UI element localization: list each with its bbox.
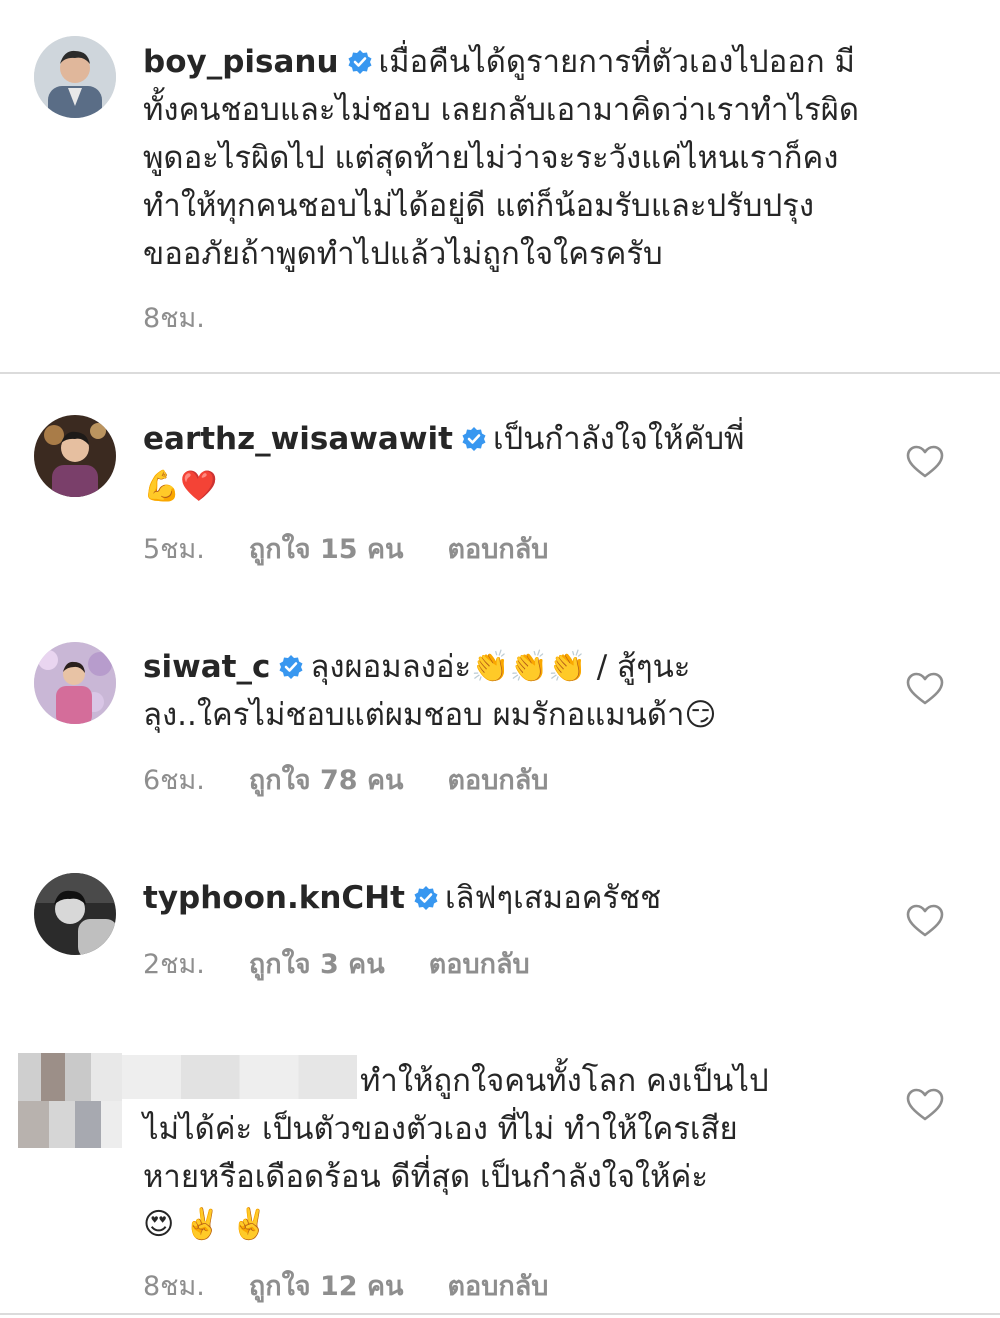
- post-timestamp[interactable]: 8ชม.: [143, 303, 205, 334]
- heart-outline-icon[interactable]: [906, 445, 944, 479]
- verified-badge-icon: [347, 49, 373, 75]
- post-caption: boy_pisanu เมื่อคืนได้ดูรายการที่ตัวเองไป…: [0, 0, 1000, 374]
- comment-emoji-line: 😍 ✌️ ✌️: [143, 1207, 269, 1242]
- comment-line: หายหรือเดือดร้อน ดีที่สุด เป็นกำลังใจให้…: [143, 1159, 709, 1195]
- comment-timestamp[interactable]: 8ชม.: [143, 1271, 205, 1302]
- comment-line: ลุง..ใครไม่ชอบแต่ผมชอบ ผมรักอแมนด้า😏: [143, 697, 717, 733]
- caption-line: ขออภัยถ้าพูดทำไปแล้วไม่ถูกใจใครครับ: [143, 236, 663, 272]
- reply-button[interactable]: ตอบกลับ: [447, 534, 548, 565]
- comment-meta: 6ชม. ถูกใจ 78 คน ตอบกลับ: [143, 758, 592, 801]
- caption-line: พูดอะไรผิดไป แต่สุดท้ายไม่ว่าจะระวังแค่ไ…: [143, 140, 839, 176]
- comment-likes[interactable]: ถูกใจ 15 คน: [249, 534, 404, 565]
- caption-line: ทำให้ทุกคนชอบไม่ได้อยู่ดี แต่ก็น้อมรับแล…: [143, 188, 814, 224]
- reply-button[interactable]: ตอบกลับ: [447, 1271, 548, 1302]
- caption-line: ทั้งคนชอบและไม่ชอบ เลยกลับเอามาคิดว่าเรา…: [143, 92, 860, 128]
- avatar[interactable]: [34, 873, 116, 955]
- comment-meta: 5ชม. ถูกใจ 15 คน ตอบกลับ: [143, 527, 592, 570]
- comment-line: เป็นกำลังใจให้คับพี่: [492, 421, 745, 457]
- comment-username[interactable]: typhoon.knCHt: [143, 880, 405, 916]
- comment-meta: 8ชม. ถูกใจ 12 คน ตอบกลับ: [143, 1264, 592, 1307]
- heart-outline-icon[interactable]: [906, 904, 944, 938]
- comment-text: typhoon.knCHt เลิฟๆเสมอครัชช: [143, 874, 883, 922]
- heart-outline-icon[interactable]: [906, 672, 944, 706]
- comment-timestamp[interactable]: 5ชม.: [143, 534, 205, 565]
- comment-line: ไม่ได้ค่ะ เป็นตัวของตัวเอง ที่ไม่ ทำให้ใ…: [143, 1111, 738, 1147]
- comment-text: ทำให้ถูกใจคนทั้งโลก คงเป็นไป ไม่ได้ค่ะ เ…: [143, 1057, 883, 1249]
- caption-text: boy_pisanu เมื่อคืนได้ดูรายการที่ตัวเองไป…: [143, 38, 963, 278]
- blurred-avatar: [18, 1053, 122, 1148]
- comment-meta: 2ชม. ถูกใจ 3 คน ตอบกลับ: [143, 942, 574, 985]
- caption-line: เมื่อคืนได้ดูรายการที่ตัวเองไปออก มี: [378, 44, 855, 80]
- comment-timestamp[interactable]: 6ชม.: [143, 765, 205, 796]
- avatar[interactable]: [34, 36, 116, 118]
- reply-button[interactable]: ตอบกลับ: [447, 765, 548, 796]
- divider: [0, 1313, 1000, 1315]
- heart-outline-icon[interactable]: [906, 1088, 944, 1122]
- verified-badge-icon: [461, 426, 487, 452]
- verified-badge-icon: [278, 654, 304, 680]
- comment-username[interactable]: siwat_c: [143, 649, 270, 685]
- comment-line: เลิฟๆเสมอครัชช: [444, 880, 662, 916]
- comment-timestamp[interactable]: 2ชม.: [143, 949, 205, 980]
- comment-likes[interactable]: ถูกใจ 3 คน: [249, 949, 385, 980]
- verified-badge-icon: [413, 885, 439, 911]
- comment-emoji-line: 💪❤️: [143, 469, 218, 504]
- reply-button[interactable]: ตอบกลับ: [429, 949, 530, 980]
- comment-username[interactable]: earthz_wisawawit: [143, 421, 453, 457]
- post-meta: 8ชม.: [143, 296, 249, 339]
- avatar[interactable]: [34, 642, 116, 724]
- comment-likes[interactable]: ถูกใจ 78 คน: [249, 765, 404, 796]
- comment-likes[interactable]: ถูกใจ 12 คน: [249, 1271, 404, 1302]
- comment-text: earthz_wisawawit เป็นกำลังใจให้คับพี่ 💪❤️: [143, 415, 883, 511]
- comment-line: ลุงผอมลงอ่ะ👏👏👏 / สู้ๆนะ: [310, 649, 691, 685]
- avatar[interactable]: [34, 415, 116, 497]
- comment-text: siwat_c ลุงผอมลงอ่ะ👏👏👏 / สู้ๆนะ ลุง..ใครไ…: [143, 643, 883, 739]
- post-username[interactable]: boy_pisanu: [143, 44, 339, 80]
- comment-line: ทำให้ถูกใจคนทั้งโลก คงเป็นไป: [360, 1063, 769, 1099]
